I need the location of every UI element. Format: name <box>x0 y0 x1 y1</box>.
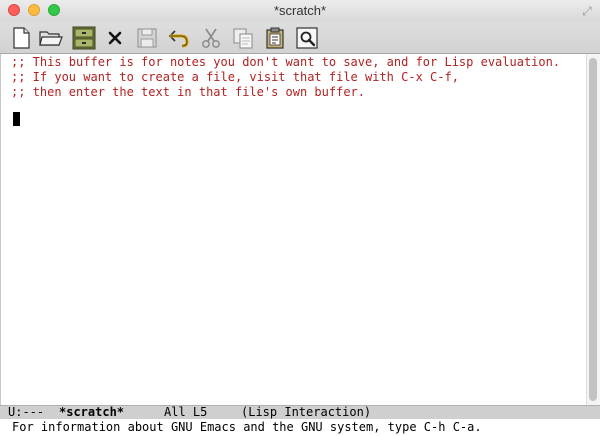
clipboard-icon <box>266 27 284 49</box>
fullscreen-icon[interactable]: ⤢ <box>580 4 594 18</box>
emacs-window: *scratch* ⤢ ;; This buffer is for notes … <box>0 0 600 436</box>
undo-button[interactable] <box>166 25 192 51</box>
vertical-scrollbar[interactable] <box>586 54 600 405</box>
save-button[interactable] <box>134 25 160 51</box>
echo-message: For information about GNU Emacs and the … <box>12 420 482 434</box>
new-document-icon <box>13 27 30 49</box>
magnifier-icon <box>296 27 318 49</box>
close-x-icon <box>108 31 122 45</box>
text-editing-area[interactable]: ;; This buffer is for notes you don't wa… <box>0 54 586 405</box>
kill-buffer-button[interactable] <box>102 25 128 51</box>
floppy-disk-icon <box>137 28 157 48</box>
buffer-text: ;; This buffer is for notes you don't wa… <box>11 55 560 100</box>
comment-line: ;; If you want to create a file, visit t… <box>11 70 459 84</box>
modeline-status: U:--- <box>8 405 45 419</box>
modeline-major-mode[interactable]: (Lisp Interaction) <box>241 406 371 419</box>
modeline-buffer-name[interactable]: *scratch* <box>59 406 124 419</box>
cut-button[interactable] <box>198 25 224 51</box>
search-button[interactable] <box>294 25 320 51</box>
modeline-position: All L5 <box>164 405 208 419</box>
undo-arrow-icon <box>168 30 189 48</box>
paste-button[interactable] <box>262 25 288 51</box>
window-title: *scratch* <box>273 3 327 18</box>
scrollbar-thumb[interactable] <box>589 58 597 401</box>
open-file-button[interactable] <box>38 25 64 51</box>
mode-line: U:--- *scratch* All L5 (Lisp Interaction… <box>0 405 600 419</box>
title-bar[interactable]: *scratch* ⤢ <box>0 0 600 22</box>
new-file-button[interactable] <box>8 25 34 51</box>
comment-line: ;; This buffer is for notes you don't wa… <box>11 55 561 69</box>
dired-button[interactable] <box>71 25 97 51</box>
echo-area: For information about GNU Emacs and the … <box>0 419 600 436</box>
scissors-icon <box>202 28 220 48</box>
comment-line: ;; then enter the text in that file's ow… <box>11 85 366 99</box>
copy-icon <box>233 28 253 49</box>
file-cabinet-icon <box>72 26 96 50</box>
toolbar <box>0 22 600 54</box>
copy-button[interactable] <box>230 25 256 51</box>
folder-icon <box>39 31 63 46</box>
text-cursor <box>13 112 20 126</box>
